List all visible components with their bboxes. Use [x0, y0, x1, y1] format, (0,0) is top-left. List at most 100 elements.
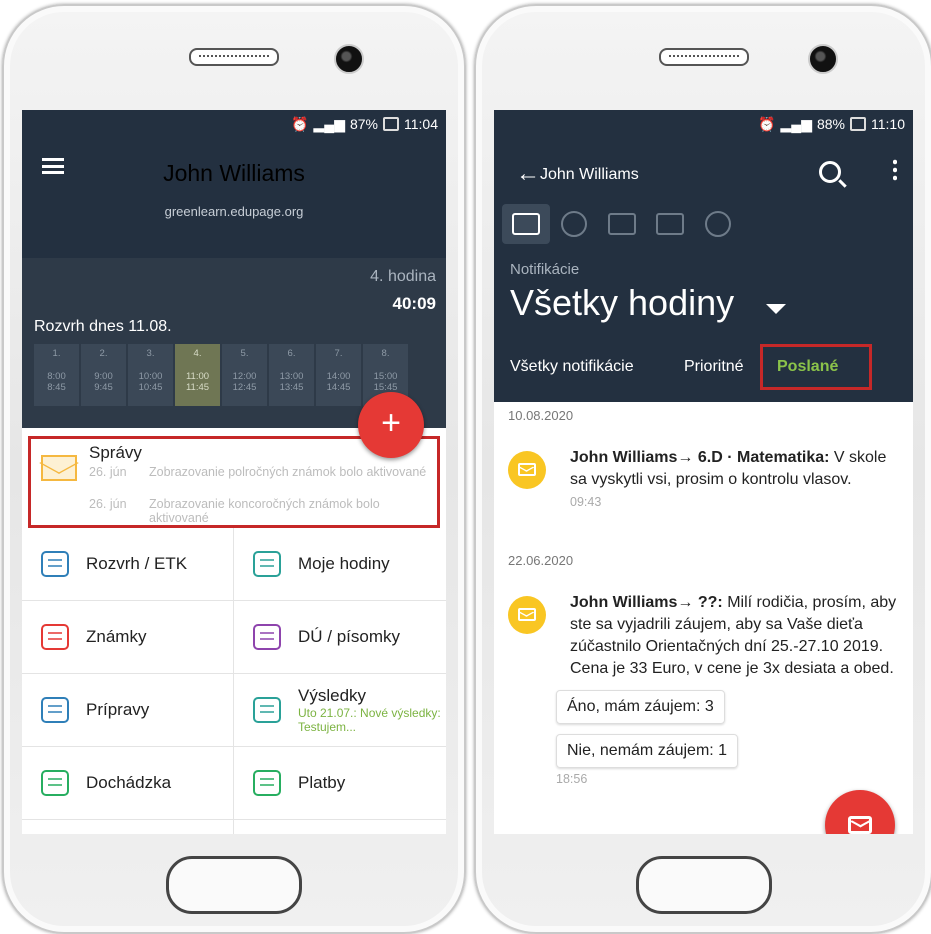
camera-icon [808, 44, 838, 74]
compose-message-button[interactable] [825, 790, 895, 834]
period-cell[interactable]: 7. 14:00 14:45 [316, 344, 361, 406]
poll-option-yes[interactable]: Áno, mám záujem: 3 [556, 690, 725, 724]
poll-options: Áno, mám záujem: 3 Nie, nemám záujem: 1 … [494, 680, 913, 786]
message-text: John Williams→ 6.D · Matematika: V skole… [570, 447, 897, 491]
message-list: 10.08.2020 John Williams→ 6.D · Matemati… [494, 408, 913, 786]
speaker-grille [658, 48, 749, 66]
module-label: Dochádzka [86, 773, 172, 792]
tab-grades[interactable] [694, 204, 742, 244]
notebook-icon [38, 547, 72, 581]
envelope-icon [41, 455, 77, 481]
message-item[interactable]: John Williams→ ??: Milí rodičia, prosím,… [494, 592, 913, 680]
module-subtitle: Uto 21.07.: Nové výsledky: Testujem... [298, 706, 441, 734]
app-header: John Williams greenlearn.edupage.org [22, 138, 446, 258]
message-text: Zobrazovanie polročných známok bolo akti… [149, 465, 427, 479]
group-date: 22.06.2020 [508, 553, 574, 568]
message-text: Zobrazovanie koncoročných známok bolo ak… [149, 497, 380, 525]
clock-time: 11:10 [871, 116, 905, 132]
module-grid: Rozvrh / ETK Moje hodiny Známky DÚ / písomk… [22, 528, 446, 834]
tab-results[interactable] [598, 204, 646, 244]
period-time: 15:00 [373, 371, 398, 382]
period-cell[interactable]: 3. 10:00 10:45 [128, 344, 173, 406]
module-7[interactable]: Dochádzka [22, 747, 234, 820]
tab-preparations[interactable] [646, 204, 694, 244]
period-cell[interactable]: 1. 8:00 8:45 [34, 344, 79, 406]
highlight-box [760, 344, 872, 390]
period-time: 13:45 [279, 382, 304, 393]
battery-icon [850, 117, 866, 131]
payment-icon [250, 766, 284, 800]
clock-icon [561, 211, 587, 237]
message-time: 09:43 [570, 495, 602, 509]
add-button[interactable]: + [358, 392, 424, 458]
module-1[interactable]: Rozvrh / ETK [22, 528, 234, 601]
period-number: 6. [287, 348, 296, 359]
home-button[interactable] [635, 856, 772, 914]
toolbar: ← John Williams [494, 138, 913, 202]
message-time: 18:56 [556, 772, 588, 786]
school-domain: greenlearn.edupage.org [164, 204, 304, 219]
module-5[interactable]: Prípravy [22, 674, 234, 747]
period-cell[interactable]: 5. 12:00 12:45 [222, 344, 267, 406]
period-time: 9:45 [94, 382, 113, 393]
home-button[interactable] [166, 856, 302, 914]
chart-icon [250, 693, 284, 727]
battery-percent: 87% [349, 116, 378, 132]
signal-icon: ▂▄▆ [780, 115, 812, 132]
period-time: 10:45 [138, 382, 163, 393]
open-book-icon [250, 547, 284, 581]
screen-right: ⏰ ▂▄▆ 88% 11:10 ← John Williams Notifiká… [494, 110, 913, 834]
notification-header: ← John Williams Notifikácie Všetky hodin… [494, 138, 913, 402]
briefcase-icon [38, 693, 72, 727]
module-10[interactable]: Jedálny lístok [234, 820, 446, 834]
message-date: 26. jún [89, 497, 127, 511]
battery-icon [383, 117, 399, 131]
camera-icon [334, 44, 364, 74]
search-icon[interactable] [819, 161, 841, 183]
tab-priority[interactable]: Prioritné [684, 358, 744, 376]
module-label: Platby [298, 773, 346, 792]
module-3[interactable]: Známky [22, 601, 234, 674]
message-item[interactable]: 26. jún Zobrazovanie koncoročných známok… [89, 497, 429, 525]
envelope-icon [512, 213, 540, 235]
poll-option-no[interactable]: Nie, nemám záujem: 1 [556, 734, 739, 768]
period-time: 11:45 [185, 382, 210, 393]
period-cell[interactable]: 6. 13:00 13:45 [269, 344, 314, 406]
phone-right: ⏰ ▂▄▆ 88% 11:10 ← John Williams Notifiká… [474, 4, 931, 934]
phone-left: ⏰ ▂▄▆ 87% 11:04 John Williams greenlearn… [2, 4, 466, 934]
grade-icon [705, 211, 731, 237]
tab-all-notifications[interactable]: Všetky notifikácie [510, 358, 634, 376]
module-8[interactable]: Platby [234, 747, 446, 820]
lesson-filter-dropdown[interactable]: Všetky hodiny [494, 282, 913, 338]
period-time: 12:00 [232, 371, 257, 382]
period-cell[interactable]: 4. 11:00 11:45 [175, 344, 220, 406]
message-date: 26. jún [89, 465, 127, 479]
screen-left: ⏰ ▂▄▆ 87% 11:04 John Williams greenlearn… [22, 110, 446, 834]
period-cell[interactable]: 2. 9:00 9:45 [81, 344, 126, 406]
module-6[interactable]: Výsledky Uto 21.07.: Nové výsledky: Testu… [234, 674, 446, 747]
chart-icon [608, 213, 636, 235]
message-item[interactable]: 26. jún Zobrazovanie polročných známok b… [89, 465, 429, 479]
tab-messages[interactable] [502, 204, 550, 244]
tab-homework[interactable] [550, 204, 598, 244]
message-item[interactable]: John Williams→ 6.D · Matematika: V skole… [494, 447, 913, 509]
mail-avatar-icon [508, 596, 546, 634]
module-2[interactable]: Moje hodiny [234, 528, 446, 601]
more-options-icon[interactable] [893, 158, 897, 182]
period-time: 13:00 [279, 371, 304, 382]
messages-title: Správy [89, 443, 142, 462]
period-time: 14:00 [326, 371, 351, 382]
status-bar: ⏰ ▂▄▆ 88% 11:10 [494, 110, 913, 138]
period-time: 10:00 [138, 371, 163, 382]
schedule-title: Rozvrh dnes 11.08. [34, 318, 172, 335]
module-9[interactable]: Suplovanie [22, 820, 234, 834]
group-date: 10.08.2020 [508, 408, 574, 423]
status-bar: ⏰ ▂▄▆ 87% 11:04 [22, 110, 446, 138]
alarm-icon: ⏰ [758, 115, 776, 132]
period-strip: 1. 8:00 8:45 2. 9:00 9:45 3. 10:00 10:45 4. 11:00 1… [34, 344, 408, 406]
period-time: 9:00 [94, 371, 113, 382]
period-number: 1. [52, 348, 61, 359]
back-arrow-icon[interactable]: ← [516, 160, 540, 188]
module-4[interactable]: DÚ / písomky [234, 601, 446, 674]
lesson-filter-value: Všetky hodiny [510, 282, 735, 323]
